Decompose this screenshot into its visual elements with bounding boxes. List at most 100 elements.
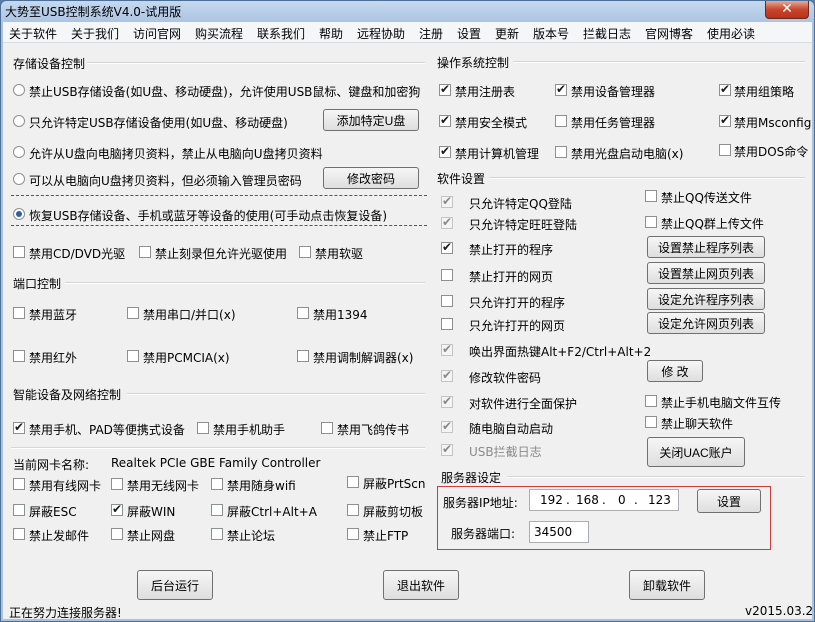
menu-settings[interactable]: 设置 <box>457 25 481 42</box>
qq-only-checkbox[interactable] <box>441 194 453 208</box>
storage-radio-4[interactable] <box>13 173 25 185</box>
qq-file-transfer-label: 禁止QQ传送文件 <box>661 191 752 205</box>
exit-software-button[interactable]: 退出软件 <box>383 570 459 600</box>
ftp-label: 禁止FTP <box>363 529 409 543</box>
floppy-checkbox[interactable] <box>299 246 311 258</box>
storage-radio-1[interactable] <box>13 84 25 96</box>
server-ip-input[interactable]: 192 . 168 . 0 . 123 <box>529 489 679 511</box>
menu-about-us[interactable]: 关于我们 <box>71 25 119 42</box>
phone-pc-transfer-checkbox[interactable] <box>645 395 657 407</box>
device-manager-label: 禁用设备管理器 <box>571 85 656 99</box>
run-in-background-button[interactable]: 后台运行 <box>137 570 213 600</box>
device-manager-checkbox[interactable] <box>555 82 567 96</box>
allow-programs-checkbox[interactable] <box>441 295 453 307</box>
close-icon[interactable]: ✕ <box>765 1 809 19</box>
prtscn-checkbox[interactable] <box>347 476 359 488</box>
forum-checkbox[interactable] <box>211 528 223 540</box>
netdisk-checkbox[interactable] <box>111 528 123 540</box>
storage-header: 存储设备控制 <box>13 57 86 71</box>
title-bar[interactable]: 大势至USB控制系统V4.0-试用版 ✕ <box>1 1 814 21</box>
change-password-button[interactable]: 修改密码 <box>323 167 419 189</box>
modem-checkbox[interactable] <box>297 350 309 362</box>
menu-register[interactable]: 注册 <box>419 25 443 42</box>
full-protection-checkbox[interactable] <box>441 394 453 408</box>
cd-boot-checkbox[interactable] <box>555 146 567 158</box>
set-block-webpages-button[interactable]: 设置禁止网页列表 <box>647 262 765 284</box>
infrared-checkbox[interactable] <box>13 350 25 362</box>
menu-version[interactable]: 版本号 <box>533 25 569 42</box>
uninstall-software-button[interactable]: 卸载软件 <box>629 570 705 600</box>
wangwang-only-checkbox[interactable] <box>441 215 453 229</box>
chat-software-checkbox[interactable] <box>645 416 657 428</box>
ip-octet-4: 123 <box>648 493 671 507</box>
win-key-label: 屏蔽WIN <box>127 505 176 519</box>
qq-group-upload-checkbox[interactable] <box>645 216 657 228</box>
esc-checkbox[interactable] <box>13 504 25 516</box>
menu-contact[interactable]: 联系我们 <box>257 25 305 42</box>
close-uac-button[interactable]: 关闭UAC账户 <box>647 437 745 467</box>
forum-label: 禁止论坛 <box>227 529 276 543</box>
wired-nic-checkbox[interactable] <box>13 478 25 490</box>
safe-mode-checkbox[interactable] <box>439 113 451 127</box>
email-checkbox[interactable] <box>13 528 25 540</box>
registry-checkbox[interactable] <box>439 82 451 96</box>
qq-only-label: 只允许特定QQ登陆 <box>469 197 572 211</box>
group-policy-checkbox[interactable] <box>719 82 731 96</box>
ip-dot-2: . <box>602 493 606 507</box>
autostart-checkbox[interactable] <box>441 419 453 433</box>
bluetooth-checkbox[interactable] <box>13 307 25 319</box>
msconfig-label: 禁用Msconfig <box>734 116 812 130</box>
menu-remote[interactable]: 远程协助 <box>357 25 405 42</box>
set-allow-webpages-button[interactable]: 设定允许网页列表 <box>647 312 765 334</box>
menu-block-log[interactable]: 拦截日志 <box>583 25 631 42</box>
win-key-checkbox[interactable] <box>111 502 123 516</box>
add-specific-usb-button[interactable]: 添加特定U盘 <box>323 109 419 131</box>
set-allow-programs-button[interactable]: 设定允许程序列表 <box>647 288 765 310</box>
hotkey-checkbox[interactable] <box>441 342 453 356</box>
server-ip-label: 服务器IP地址: <box>443 496 518 510</box>
clipboard-checkbox[interactable] <box>347 504 359 516</box>
phone-assistant-checkbox[interactable] <box>197 422 209 434</box>
menu-update[interactable]: 更新 <box>495 25 519 42</box>
ftp-checkbox[interactable] <box>347 528 359 540</box>
ip-octet-3: 0 <box>618 493 626 507</box>
dos-checkbox[interactable] <box>719 144 731 156</box>
change-soft-password-checkbox[interactable] <box>441 368 453 382</box>
task-manager-checkbox[interactable] <box>555 115 567 127</box>
ieee1394-checkbox[interactable] <box>297 307 309 319</box>
usb-log-label: USB拦截日志 <box>469 445 542 459</box>
set-block-programs-button[interactable]: 设置禁止程序列表 <box>647 236 765 258</box>
menu-read-first[interactable]: 使用必读 <box>707 25 755 42</box>
feige-checkbox[interactable] <box>321 422 333 434</box>
storage-radio-3[interactable] <box>13 146 25 158</box>
status-text: 正在努力连接服务器! <box>9 606 122 620</box>
modify-button[interactable]: 修 改 <box>647 360 703 382</box>
client-area: 存储设备控制 禁止USB存储设备(如U盘、移动硬盘)，允许使用USB鼠标、键盘和… <box>3 43 814 620</box>
server-set-button[interactable]: 设置 <box>697 489 761 513</box>
menu-blog[interactable]: 官网博客 <box>645 25 693 42</box>
server-header: 服务器设定 <box>441 471 502 485</box>
portable-device-checkbox[interactable] <box>13 420 25 434</box>
serial-checkbox[interactable] <box>127 307 139 319</box>
wireless-nic-checkbox[interactable] <box>111 478 123 490</box>
storage-radio-5[interactable] <box>13 208 25 220</box>
menu-help[interactable]: 帮助 <box>319 25 343 42</box>
portable-wifi-checkbox[interactable] <box>211 478 223 490</box>
pcmcia-checkbox[interactable] <box>127 350 139 362</box>
allow-webpages-checkbox[interactable] <box>441 318 453 330</box>
usb-log-checkbox[interactable] <box>441 442 453 456</box>
server-port-input[interactable]: 34500 <box>529 521 589 543</box>
block-webpages-checkbox[interactable] <box>441 269 453 281</box>
menu-purchase[interactable]: 购买流程 <box>195 25 243 42</box>
qq-file-transfer-checkbox[interactable] <box>645 190 657 202</box>
menu-about-software[interactable]: 关于软件 <box>9 25 57 42</box>
menu-website[interactable]: 访问官网 <box>133 25 181 42</box>
burn-checkbox[interactable] <box>139 246 151 258</box>
storage-radio-2[interactable] <box>13 115 25 127</box>
block-programs-checkbox[interactable] <box>441 240 453 254</box>
computer-management-checkbox[interactable] <box>439 144 451 158</box>
cd-dvd-checkbox[interactable] <box>13 246 25 258</box>
msconfig-checkbox[interactable] <box>719 113 731 127</box>
ctrl-alt-a-checkbox[interactable] <box>211 504 223 516</box>
software-header: 软件设置 <box>437 172 486 186</box>
